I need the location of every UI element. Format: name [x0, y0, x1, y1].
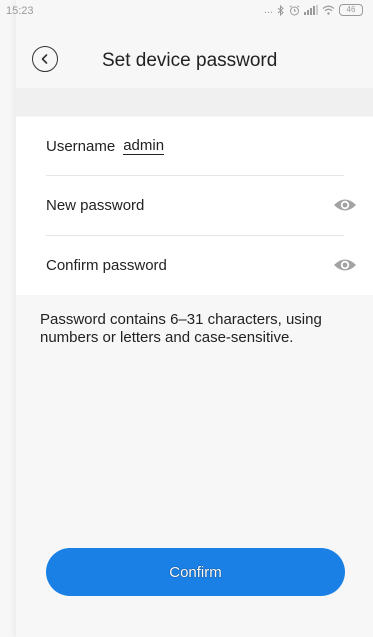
section-gap [16, 88, 373, 116]
page-title: Set device password [102, 50, 278, 71]
new-password-label: New password [46, 197, 145, 214]
back-button[interactable] [32, 46, 58, 72]
confirm-password-row: Confirm password [46, 236, 357, 295]
confirm-password-input[interactable] [196, 249, 320, 282]
eye-icon[interactable] [333, 196, 357, 214]
eye-icon[interactable] [333, 256, 357, 274]
status-bar: 15:23 ... 46 [6, 0, 373, 28]
username-value: admin [123, 137, 165, 155]
confirm-password-label: Confirm password [46, 257, 167, 274]
info-section: Password contains 6–31 characters, using… [16, 295, 373, 637]
bluetooth-icon [277, 4, 284, 16]
new-password-input[interactable] [196, 189, 320, 222]
app-screen: 15:23 ... 46 Set device password Usernam… [6, 0, 373, 637]
status-time: 15:23 [6, 5, 34, 17]
confirm-button[interactable]: Confirm [46, 548, 345, 596]
header: Set device password [16, 34, 373, 84]
battery-icon: 46 [339, 4, 363, 16]
new-password-row: New password [46, 176, 357, 235]
status-icons: ... 46 [264, 4, 363, 16]
dots-icon: ... [263, 4, 273, 16]
username-row: Username admin [46, 117, 357, 176]
username-label: Username [46, 138, 116, 155]
password-hint: Password contains 6–31 characters, using… [40, 311, 322, 346]
password-form: Username admin New password Confirm pass… [16, 117, 373, 295]
alarm-icon [289, 4, 300, 15]
chevron-left-icon [41, 54, 48, 64]
wifi-icon [322, 5, 335, 15]
signal-icon [304, 5, 318, 15]
